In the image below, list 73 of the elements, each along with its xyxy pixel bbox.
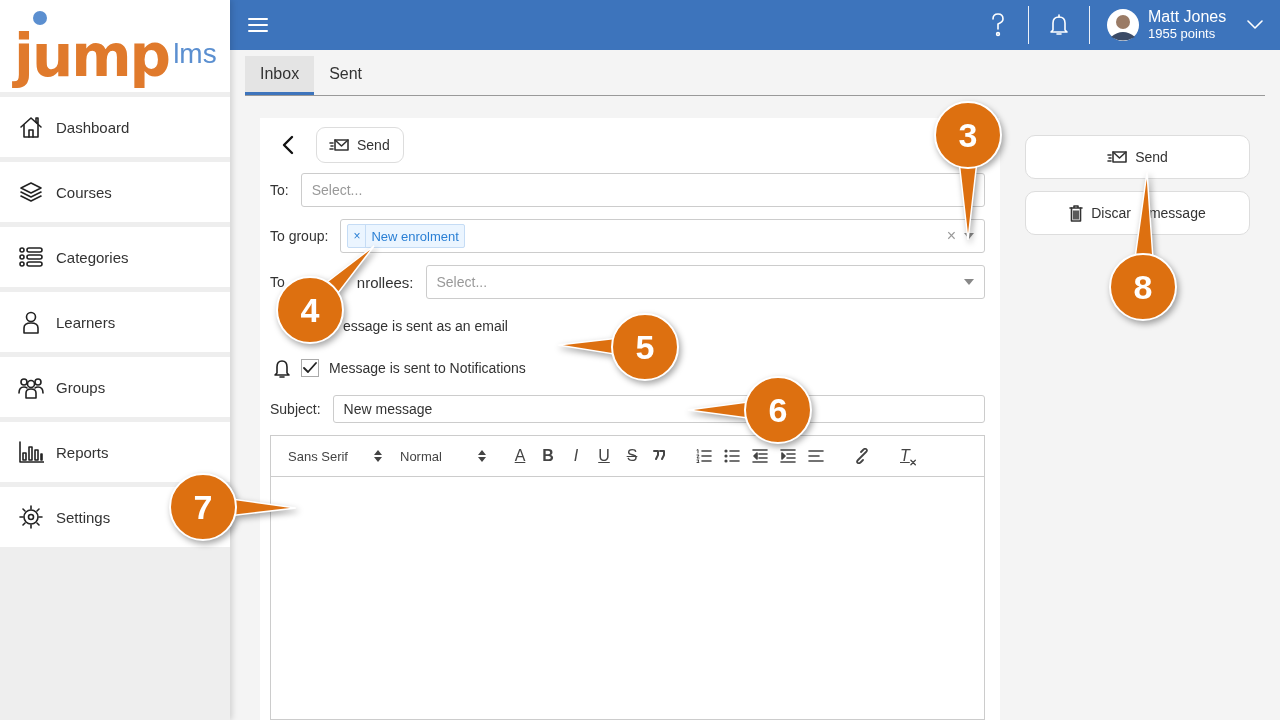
bell-icon (1049, 14, 1069, 36)
italic-button[interactable]: I (565, 444, 587, 468)
send-mail-icon (1107, 149, 1128, 165)
menu-button[interactable] (248, 17, 268, 33)
sidebar-item-label: Reports (56, 443, 109, 461)
avatar-icon (1106, 8, 1140, 42)
sidebar-item[interactable]: Groups (0, 357, 230, 417)
button-text: message (1148, 205, 1206, 221)
chevron-down-icon (1247, 20, 1263, 30)
sidebar-item-label: Learners (56, 313, 116, 331)
up-down-caret-icon (478, 450, 486, 462)
field-label: To (270, 274, 285, 290)
callout-tooltip: 7 (167, 471, 298, 543)
clear-format-button[interactable]: T (897, 444, 919, 468)
menu-icon (248, 17, 268, 33)
list-icon (18, 244, 44, 270)
up-down-caret-icon (374, 450, 382, 462)
sidebar-item[interactable]: Learners (0, 292, 230, 352)
checkmark-icon (303, 362, 317, 374)
dropdown-picker[interactable]: Normal (397, 444, 489, 468)
field-label: Subject: (270, 401, 321, 417)
send-mail-icon (329, 137, 349, 153)
outdent-icon (752, 448, 768, 464)
tag-label: New enrolment (370, 228, 460, 244)
discard-button[interactable]: Discar message (1025, 191, 1250, 235)
underline-button[interactable]: U (593, 444, 615, 468)
sidebar-item[interactable]: Categories (0, 227, 230, 287)
help-icon (990, 12, 1006, 38)
sidebar-item-label: Courses (56, 183, 112, 201)
logo-suffix: lms (173, 40, 217, 68)
link-icon (854, 448, 870, 464)
sidebar-item[interactable]: Reports (0, 422, 230, 482)
field-label: nrollees: (356, 273, 414, 291)
small-x-icon (909, 459, 916, 466)
send-button[interactable]: Send (316, 127, 404, 163)
field-label: To: (270, 182, 289, 198)
house-icon (18, 114, 44, 140)
bar-chart-icon (18, 439, 44, 465)
option-label: Message is sent to Notifications (329, 360, 526, 376)
back-icon[interactable] (282, 135, 294, 155)
bold-button[interactable]: B (537, 444, 559, 468)
indent-icon (780, 448, 796, 464)
bullet-list-icon (724, 448, 740, 464)
checkbox[interactable] (301, 359, 319, 377)
option-label: essage is sent as an email (343, 318, 508, 334)
sidebar-item-label: Categories (56, 248, 129, 266)
trash-icon (1069, 204, 1084, 222)
tab[interactable]: Inbox (245, 56, 315, 95)
points-count: 1955 points (1148, 25, 1217, 42)
placeholder-text: Select... (436, 274, 489, 290)
numbered-list-icon (696, 448, 712, 464)
tab[interactable]: Sent (314, 56, 378, 95)
align-left-icon (808, 448, 824, 464)
placeholder-text: Select... (311, 182, 364, 198)
sidebar-item-label: Settings (56, 508, 111, 526)
user-menu[interactable]: Matt Jones 1955 points (1090, 8, 1280, 42)
stack-icon (18, 179, 44, 205)
sidebar-item-label: Groups (56, 378, 106, 396)
logo-dot-icon (33, 11, 47, 25)
gear-icon (18, 504, 44, 530)
user-name: Matt Jones (1148, 8, 1227, 25)
strike-button[interactable]: S (621, 444, 643, 468)
sidebar-item-label: Dashboard (56, 118, 130, 136)
remove-tag-button[interactable]: × (348, 225, 367, 247)
bell-icon (273, 358, 291, 378)
sidebar-item[interactable]: Courses (0, 162, 230, 222)
send-button[interactable]: Send (1025, 135, 1250, 179)
field-label: To group: (270, 228, 329, 244)
select-field[interactable]: × New enrolment × (340, 219, 985, 253)
button-text: Discar (1091, 205, 1131, 221)
sidebar-item[interactable]: Dashboard (0, 97, 230, 157)
dropdown-picker[interactable]: Sans Serif (285, 444, 385, 468)
text-color-button[interactable]: A (509, 444, 531, 468)
